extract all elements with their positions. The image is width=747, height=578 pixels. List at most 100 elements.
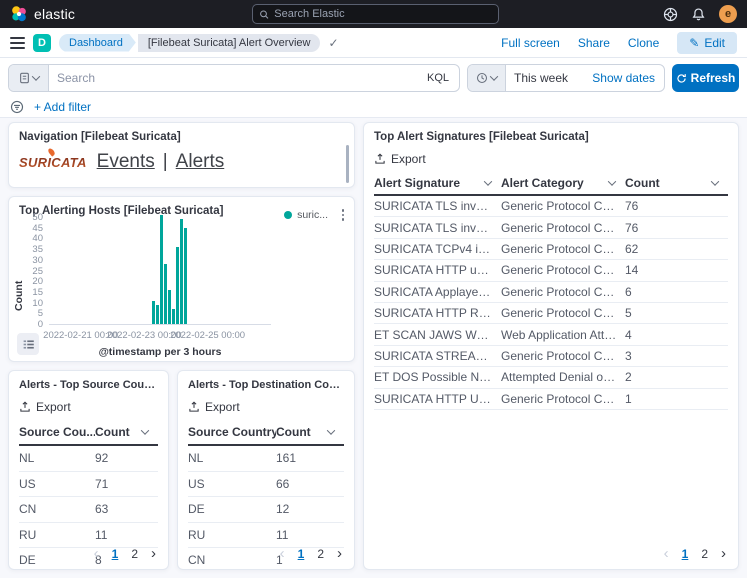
top-destination-countries-panel: Alerts - Top Destination Countries [File… (177, 370, 355, 570)
column-header[interactable]: Source Cou... (19, 425, 95, 439)
column-header[interactable]: Count (95, 425, 158, 439)
column-header[interactable]: Alert Signature (374, 176, 501, 190)
next-page-icon[interactable]: › (151, 545, 156, 562)
table-cell: 62 (625, 242, 728, 256)
previous-page-icon[interactable]: ‹ (94, 545, 99, 562)
refresh-button[interactable]: Refresh (672, 64, 739, 92)
column-header[interactable]: Count (276, 425, 344, 439)
alerts-link[interactable]: Alerts (176, 151, 225, 173)
table-cell: CN (188, 553, 276, 567)
chart-bar[interactable] (168, 290, 171, 324)
page-number[interactable]: 1 (682, 547, 689, 561)
link-separator: | (163, 151, 168, 173)
legend-dot (284, 211, 292, 219)
table-cell: 4 (625, 328, 728, 342)
previous-page-icon[interactable]: ‹ (664, 545, 669, 562)
add-filter-link[interactable]: + Add filter (34, 100, 91, 114)
panel-options-icon[interactable] (340, 207, 347, 223)
chart-legend[interactable]: suric... (284, 209, 328, 221)
table-cell: DE (188, 502, 276, 516)
chart-bar[interactable] (164, 264, 167, 324)
next-page-icon[interactable]: › (721, 545, 726, 562)
export-icon (19, 401, 31, 413)
elastic-brand[interactable]: elastic (10, 5, 75, 23)
chart-bar[interactable] (172, 309, 175, 324)
y-axis-tick: 25 (11, 266, 43, 277)
panel-scrollbar[interactable] (346, 145, 349, 183)
column-header[interactable]: Alert Category (501, 176, 625, 190)
dashboard-app-badge[interactable]: D (33, 34, 51, 52)
list-icon (22, 338, 35, 351)
time-picker-group: This week Show dates (467, 64, 665, 92)
table-row: SURICATA HTTP Unexpec...Generic Protocol… (374, 389, 728, 410)
user-avatar[interactable]: e (719, 5, 737, 23)
filter-icon[interactable] (10, 100, 24, 114)
chart-bar[interactable] (152, 301, 155, 325)
kql-search-input[interactable] (49, 71, 417, 85)
edit-button[interactable]: ✎ Edit (677, 32, 737, 54)
kql-language-button[interactable]: KQL (417, 72, 459, 84)
menu-icon[interactable] (10, 37, 25, 49)
page-number[interactable]: 2 (131, 547, 138, 561)
time-picker-menu-button[interactable] (468, 65, 506, 91)
sort-chevron-icon[interactable] (484, 177, 492, 185)
panel-title: Alerts - Top Source Countries [Fileb... (9, 371, 168, 391)
column-header[interactable]: Count (625, 176, 728, 190)
navigation-links: Events | Alerts (97, 151, 225, 173)
table-cell: 6 (625, 285, 728, 299)
clone-link[interactable]: Clone (628, 36, 659, 50)
global-search-input[interactable] (274, 8, 492, 20)
chart-bar[interactable] (184, 228, 187, 324)
table-cell: Generic Protocol Comman... (501, 242, 625, 256)
pencil-icon: ✎ (689, 36, 699, 50)
export-button[interactable]: Export (9, 391, 81, 420)
table-header-row: Source Cou...Count (19, 420, 158, 446)
show-dates-link[interactable]: Show dates (592, 71, 664, 85)
export-button[interactable]: Export (364, 143, 436, 172)
pagination: ‹ 12 › (94, 545, 156, 562)
table-cell: Generic Protocol Comman... (501, 349, 625, 363)
legend-toggle-button[interactable] (17, 333, 39, 355)
page-number[interactable]: 1 (298, 547, 305, 561)
panel-title: Alerts - Top Destination Countries [File… (178, 371, 354, 391)
y-axis-tick: 40 (11, 233, 43, 244)
breadcrumb-dashboard[interactable]: Dashboard (59, 34, 136, 52)
page-number[interactable]: 1 (112, 547, 119, 561)
global-search-box[interactable] (252, 4, 499, 24)
y-axis-tick: 45 (11, 223, 43, 234)
full-screen-link[interactable]: Full screen (501, 36, 560, 50)
saved-query-icon (19, 72, 30, 84)
table-row: SURICATA HTTP Request ...Generic Protoco… (374, 303, 728, 324)
sort-chevron-icon[interactable] (608, 177, 616, 185)
page-number[interactable]: 2 (317, 547, 324, 561)
chart-bar[interactable] (160, 215, 163, 324)
toolbar-actions: Full screen Share Clone ✎ Edit (501, 32, 737, 54)
notifications-icon[interactable] (691, 7, 706, 22)
help-icon[interactable] (663, 7, 678, 22)
column-header[interactable]: Source Country (188, 425, 276, 439)
events-link[interactable]: Events (97, 151, 155, 173)
table-cell: SURICATA TLS invalid han... (374, 199, 501, 213)
panel-title: Navigation [Filebeat Suricata] (9, 123, 354, 143)
next-page-icon[interactable]: › (337, 545, 342, 562)
sort-chevron-icon[interactable] (327, 426, 335, 434)
refresh-icon (676, 73, 687, 84)
table-cell: Attempted Denial of Servi... (501, 370, 625, 384)
sort-chevron-icon[interactable] (711, 177, 719, 185)
page-number[interactable]: 2 (701, 547, 708, 561)
saved-query-menu-button[interactable] (9, 65, 49, 91)
share-link[interactable]: Share (578, 36, 610, 50)
time-range-value[interactable]: This week (506, 71, 592, 85)
chart-bar[interactable] (156, 305, 159, 324)
sort-chevron-icon[interactable] (141, 426, 149, 434)
previous-page-icon[interactable]: ‹ (280, 545, 285, 562)
table-cell: 76 (625, 199, 728, 213)
chart-bar[interactable] (180, 219, 183, 324)
breadcrumb-page-title: [Filebeat Suricata] Alert Overview (138, 34, 321, 52)
export-button[interactable]: Export (178, 391, 250, 420)
table-row: SURICATA TLS invalid rec...Generic Proto… (374, 217, 728, 238)
table-cell: Generic Protocol Comman... (501, 199, 625, 213)
panel-title: Top Alert Signatures [Filebeat Suricata] (364, 123, 738, 143)
table-cell: 14 (625, 263, 728, 277)
chart-bar[interactable] (176, 247, 179, 324)
